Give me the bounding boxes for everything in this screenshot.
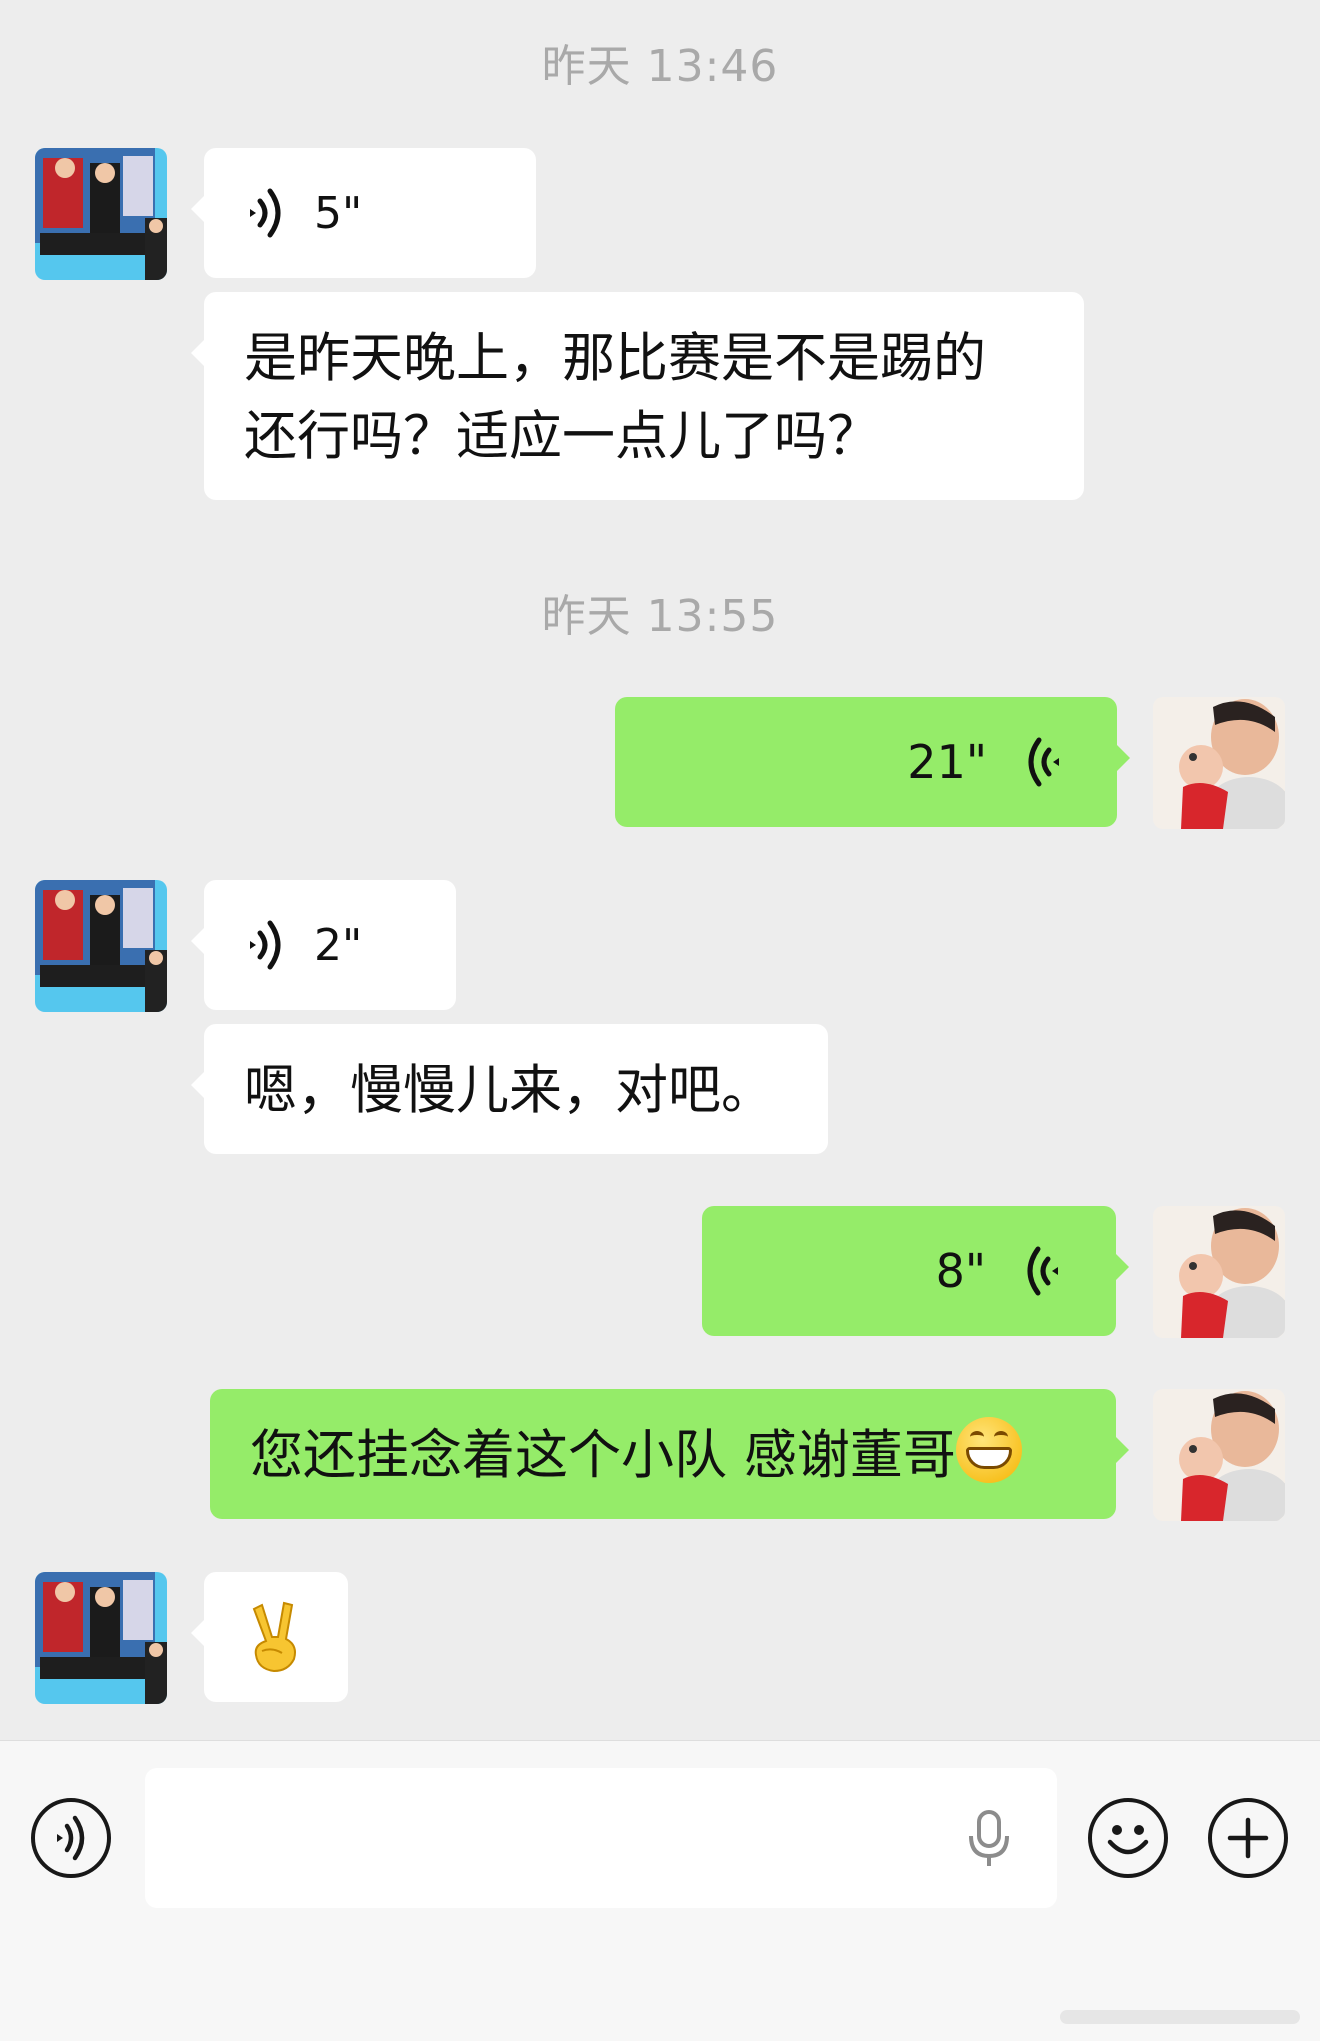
voice-wave-icon	[250, 920, 281, 970]
grinning-face-icon	[955, 1417, 1022, 1483]
message-text: 嗯，慢慢儿来，对吧。	[244, 1060, 774, 1121]
message-input[interactable]	[145, 1768, 1057, 1908]
text-message-bubble[interactable]: 嗯，慢慢儿来，对吧。	[191, 1024, 828, 1154]
message-line: 还行吗？适应一点儿了吗？	[244, 406, 880, 467]
my-avatar[interactable]	[1153, 697, 1285, 829]
voice-duration: 5"	[314, 187, 363, 239]
microphone-icon[interactable]	[967, 1810, 1011, 1868]
voice-wave-icon	[1028, 737, 1059, 787]
voice-duration: 8"	[935, 1244, 986, 1298]
voice-wave-icon	[250, 188, 281, 238]
timestamp: 昨天 13:46	[541, 41, 779, 92]
message-line: 是昨天晚上，那比赛是不是踢的	[244, 328, 986, 389]
voice-message-bubble[interactable]: 2"	[191, 880, 456, 1010]
text-message-bubble[interactable]: 您还挂念着这个小队 感谢董哥	[210, 1389, 1129, 1519]
voice-duration: 2"	[314, 919, 363, 971]
emoji-message-bubble[interactable]	[191, 1572, 348, 1702]
my-avatar[interactable]	[1153, 1389, 1285, 1521]
input-bar	[0, 1740, 1320, 2041]
voice-wave-icon	[1027, 1246, 1058, 1296]
voice-mode-icon[interactable]	[31, 1798, 111, 1878]
smiley-icon[interactable]	[1088, 1798, 1168, 1878]
voice-duration: 21"	[907, 735, 987, 789]
contact-avatar[interactable]	[35, 880, 167, 1012]
voice-message-bubble[interactable]: 5"	[191, 148, 536, 278]
home-indicator	[1060, 2010, 1300, 2024]
text-message-bubble[interactable]: 是昨天晚上，那比赛是不是踢的 还行吗？适应一点儿了吗？	[191, 292, 1084, 500]
voice-message-bubble[interactable]: 21"	[615, 697, 1130, 827]
my-avatar[interactable]	[1153, 1206, 1285, 1338]
voice-message-bubble[interactable]: 8"	[702, 1206, 1129, 1336]
victory-hand-icon	[252, 1601, 296, 1673]
contact-avatar[interactable]	[35, 148, 167, 280]
contact-avatar[interactable]	[35, 1572, 167, 1704]
plus-icon[interactable]	[1208, 1798, 1288, 1878]
timestamp: 昨天 13:55	[541, 591, 779, 642]
message-text: 您还挂念着这个小队 感谢董哥	[250, 1425, 956, 1486]
